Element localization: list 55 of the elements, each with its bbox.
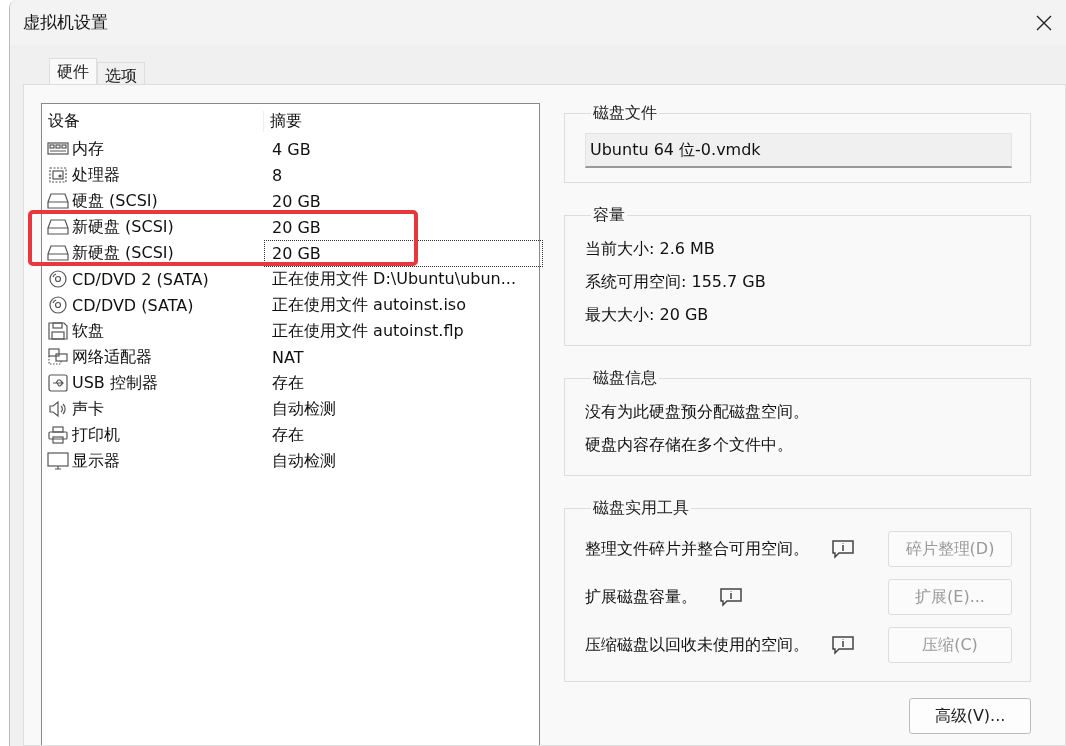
device-name[interactable]: CD/DVD (SATA) [72,295,194,315]
device-summary: NAT [271,347,305,367]
utility-description: 压缩磁盘以回收未使用的空间。 [585,634,809,656]
monitor-icon [46,451,70,471]
device-name[interactable]: 硬盘 (SCSI) [72,190,158,212]
info-icon[interactable] [719,586,743,608]
printer-icon [46,425,70,445]
disk-file-field[interactable]: Ubuntu 64 位-0.vmdk [585,133,1012,168]
device-name[interactable]: 新硬盘 (SCSI) [72,242,174,264]
device-name[interactable]: 处理器 [72,164,120,186]
window-title: 虚拟机设置 [23,11,108,34]
group-title: 磁盘文件 [592,103,658,124]
device-summary: 自动检测 [271,450,337,472]
device-summary: 正在使用文件 autoinst.iso [271,294,467,316]
capacity-text: 当前大小: 2.6 MB [585,238,716,260]
capacity-text: 最大大小: 20 GB [585,304,710,326]
utility-description: 扩展磁盘容量。 [585,586,697,608]
chip-icon [46,165,70,185]
device-name[interactable]: 软盘 [72,320,104,342]
group-title: 容量 [592,205,626,226]
disc-icon [46,295,70,315]
info-text: 硬盘内容存储在多个文件中。 [585,434,794,456]
device-summary: 4 GB [271,139,312,159]
utility-description: 整理文件碎片并整合可用空间。 [585,538,809,560]
group-title: 磁盘实用工具 [592,498,690,519]
tab[interactable]: 选项 [97,62,145,84]
device-name[interactable]: 打印机 [72,424,120,446]
device-summary: 20 GB [271,217,322,237]
device-summary: 20 GB [271,191,322,211]
usb-icon [46,373,70,393]
column-header: 设备 [42,110,264,132]
device-summary: 存在 [271,424,305,446]
device-summary: 自动检测 [271,398,337,420]
device-summary: 8 [271,165,284,185]
network-icon [46,347,70,367]
column-header: 摘要 [269,110,303,132]
device-name[interactable]: 内存 [72,138,104,160]
info-text: 没有为此硬盘预分配磁盘空间。 [585,401,810,423]
tab[interactable]: 硬件 [49,58,97,84]
disc-icon [46,269,70,289]
device-summary: 存在 [271,372,305,394]
capacity-text: 系统可用空间: 155.7 GB [585,271,767,293]
info-icon[interactable] [831,634,855,656]
advanced-button[interactable]: 高级(V)... [909,698,1031,734]
device-name[interactable]: 声卡 [72,398,104,420]
device-name[interactable]: 显示器 [72,450,120,472]
floppy-icon [46,321,70,341]
device-name[interactable]: 网络适配器 [72,346,152,368]
device-name[interactable]: CD/DVD 2 (SATA) [72,269,209,289]
device-name[interactable]: USB 控制器 [72,372,158,394]
group-title: 磁盘信息 [592,368,658,389]
info-icon[interactable] [831,538,855,560]
device-summary: 正在使用文件 autoinst.flp [271,320,465,342]
device-summary: 正在使用文件 D:\Ubuntu\ubun... [271,268,517,290]
device-name[interactable]: 新硬盘 (SCSI) [72,216,174,238]
